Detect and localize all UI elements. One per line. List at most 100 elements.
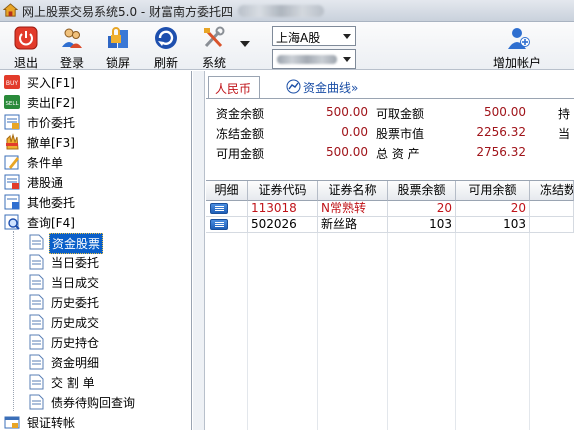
svg-text:SELL: SELL (5, 101, 19, 107)
sidebar-subitem-history-trades[interactable]: 历史成交 (0, 312, 191, 332)
summary-label: 资金余额 (216, 107, 265, 121)
sidebar: BUY 买入[F1] SELL 卖出[F2] 市价委托 撤单[F3] 条件单 港… (0, 71, 192, 430)
sidebar-subitem-today-trades[interactable]: 当日成交 (0, 272, 191, 292)
add-account-label: 增加帐户 (492, 56, 541, 70)
grid-line (317, 201, 318, 430)
refresh-button[interactable]: 刷新 (146, 26, 186, 70)
account-select[interactable] (272, 49, 356, 69)
sidebar-subitem-label: 交 割 单 (51, 376, 95, 390)
sidebar-item-query[interactable]: 查询[F4] (0, 212, 191, 232)
sidebar-item-bank-transfer[interactable]: 银证转帐 (0, 412, 191, 430)
detail-list-icon[interactable] (210, 219, 228, 230)
buy-icon: BUY (4, 75, 20, 89)
title-bar: 网上股票交易系统5.0 - 财富南方委托四 (0, 0, 574, 22)
market-order-icon (4, 114, 20, 130)
refresh-label: 刷新 (153, 56, 178, 70)
table-row[interactable]: 502026 新丝路 103 103 (206, 217, 574, 233)
column-header[interactable]: 可用余额 (456, 181, 530, 201)
summary-label: 可取金额 (376, 107, 425, 121)
fund-summary: 资金余额 500.00 冻结金额 0.00 可用金额 500.00 可取金额 5… (206, 99, 574, 179)
grid-line (387, 201, 388, 430)
summary-value: 500.00 (484, 105, 526, 119)
sidebar-subitem-fund-stock[interactable]: 资金股票 (0, 232, 191, 254)
sidebar-item-other-order[interactable]: 其他委托 (0, 192, 191, 212)
main-panel: 人民币 资金曲线» 资金余额 500.00 冻结金额 0.00 可用金额 500… (206, 71, 574, 430)
redacted-account-number (277, 55, 337, 64)
app-house-icon (3, 3, 18, 17)
summary-label: 冻结金额 (216, 127, 265, 141)
sidebar-item-label: 市价委托 (27, 116, 76, 130)
table-row[interactable]: 113018 N常熟转 20 20 (206, 201, 574, 217)
summary-label: 可用金额 (216, 147, 265, 161)
sidebar-item-buy[interactable]: BUY 买入[F1] (0, 72, 191, 92)
sidebar-item-label: 查询[F4] (27, 216, 75, 230)
sidebar-item-hk-connect[interactable]: 港股通 (0, 172, 191, 192)
sidebar-item-conditional-order[interactable]: 条件单 (0, 152, 191, 172)
svg-text:BUY: BUY (6, 80, 19, 87)
available-balance: 103 (456, 217, 530, 233)
column-header[interactable]: 股票余额 (388, 181, 456, 201)
sidebar-item-label: 撤单[F3] (27, 136, 75, 150)
system-button[interactable]: 系统 (194, 26, 234, 70)
sidebar-item-label: 港股通 (27, 176, 64, 190)
summary-value: 500.00 (326, 105, 368, 119)
sidebar-subitem-fund-details[interactable]: 资金明细 (0, 352, 191, 372)
market-select-value: 上海A股 (276, 31, 321, 45)
stock-balance: 103 (388, 217, 456, 233)
summary-label: 持 (558, 107, 571, 121)
tab-rmb[interactable]: 人民币 (208, 76, 260, 98)
sidebar-item-label: 卖出[F2] (27, 96, 75, 110)
column-header[interactable]: 明细 (206, 181, 248, 201)
sidebar-subitem-history-positions[interactable]: 历史持仓 (0, 332, 191, 352)
document-icon (29, 274, 44, 290)
sidebar-subitem-label: 资金明细 (51, 356, 100, 370)
security-name: N常熟转 (318, 201, 388, 217)
market-select[interactable]: 上海A股 (272, 26, 356, 46)
add-user-icon (508, 28, 530, 49)
sidebar-item-cancel-order[interactable]: 撤单[F3] (0, 132, 191, 152)
sidebar-subitem-label: 当日成交 (51, 276, 100, 290)
sidebar-subitem-label: 资金股票 (49, 233, 104, 254)
available-balance: 20 (456, 201, 530, 217)
document-icon (29, 394, 44, 410)
sidebar-item-sell[interactable]: SELL 卖出[F2] (0, 92, 191, 112)
document-icon (29, 294, 44, 310)
sidebar-subitem-settlement[interactable]: 交 割 单 (0, 372, 191, 392)
chart-circle-icon (286, 79, 301, 94)
column-header[interactable]: 冻结数 (530, 181, 574, 201)
stock-balance: 20 (388, 201, 456, 217)
chevron-down-icon (343, 34, 351, 39)
grid-line (455, 201, 456, 430)
document-icon (29, 254, 44, 270)
bank-transfer-icon (4, 416, 20, 429)
frozen-count (530, 201, 574, 217)
summary-label: 当 (558, 127, 571, 141)
sidebar-subitem-history-orders[interactable]: 历史委托 (0, 292, 191, 312)
lock-screen-button[interactable]: 锁屏 (98, 26, 138, 70)
sidebar-item-market-order[interactable]: 市价委托 (0, 112, 191, 132)
column-header[interactable]: 证券代码 (248, 181, 318, 201)
frozen-count (530, 217, 574, 233)
summary-value: 0.00 (341, 125, 368, 139)
detail-list-icon[interactable] (210, 203, 228, 214)
splitter[interactable] (193, 71, 205, 430)
login-button[interactable]: 登录 (52, 26, 92, 70)
sidebar-item-label: 买入[F1] (27, 76, 75, 90)
add-account-button[interactable]: 增加帐户 (488, 26, 546, 70)
sidebar-subitem-label: 历史委托 (51, 296, 100, 310)
sidebar-item-label: 条件单 (27, 156, 64, 170)
system-dropdown-arrow-icon[interactable] (238, 39, 252, 49)
grid-line (529, 201, 530, 430)
document-icon (29, 374, 44, 390)
detail-cell (206, 201, 248, 217)
cancel-order-icon (6, 133, 19, 150)
sidebar-subitem-bond-repurchase[interactable]: 债券待购回查询 (0, 392, 191, 412)
conditional-order-icon (4, 155, 19, 170)
tab-fund-curve-label: 资金曲线» (303, 81, 359, 95)
exit-button[interactable]: 退出 (6, 26, 46, 70)
sidebar-subitem-today-orders[interactable]: 当日委托 (0, 252, 191, 272)
login-label: 登录 (59, 56, 84, 70)
tools-icon (204, 26, 225, 48)
sidebar-subitem-label: 历史成交 (51, 316, 100, 330)
column-header[interactable]: 证券名称 (318, 181, 388, 201)
